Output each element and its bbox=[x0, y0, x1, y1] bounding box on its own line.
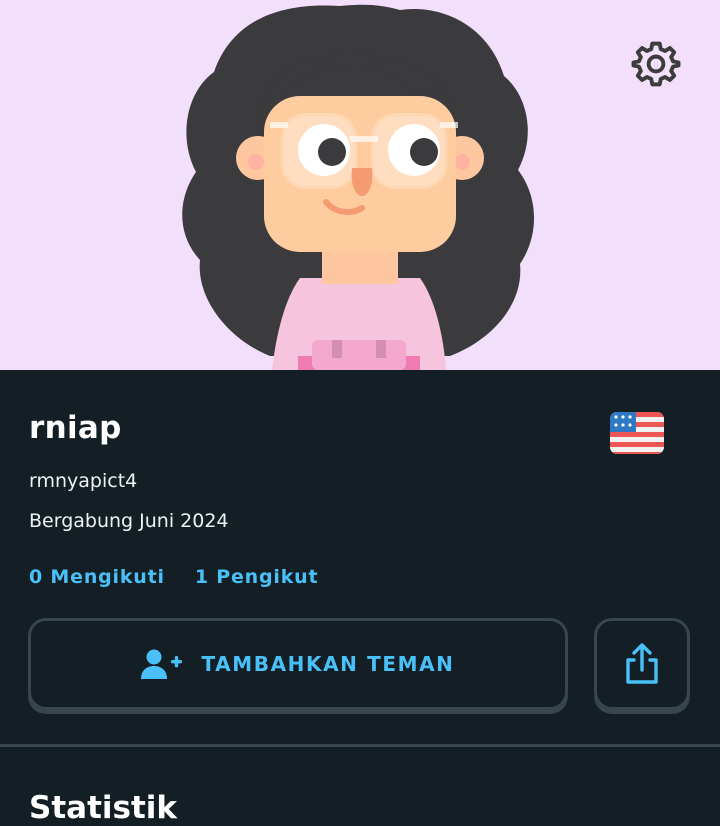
statistics-heading: Statistik bbox=[29, 790, 178, 826]
section-divider bbox=[0, 744, 720, 747]
profile-info: rniap rmnyapict4 Bergabung Juni 2024 0 M… bbox=[0, 370, 720, 826]
username: rmnyapict4 bbox=[29, 470, 138, 492]
share-button[interactable] bbox=[594, 618, 690, 710]
joined-date: Bergabung Juni 2024 bbox=[29, 510, 229, 532]
user-avatar bbox=[182, 4, 535, 370]
settings-button[interactable] bbox=[628, 36, 684, 92]
add-user-icon bbox=[141, 649, 183, 679]
add-friend-label: TAMBAHKAN TEMAN bbox=[201, 652, 455, 676]
us-flag-icon[interactable] bbox=[610, 412, 664, 454]
follow-stats: 0 Mengikuti 1 Pengikut bbox=[29, 566, 318, 588]
display-name: rniap bbox=[29, 410, 122, 446]
following-link[interactable]: 0 Mengikuti bbox=[29, 566, 165, 588]
add-friend-button[interactable]: TAMBAHKAN TEMAN bbox=[28, 618, 568, 710]
share-icon bbox=[626, 643, 658, 684]
followers-link[interactable]: 1 Pengikut bbox=[195, 566, 319, 588]
profile-header bbox=[0, 0, 720, 370]
gear-icon bbox=[631, 41, 681, 87]
